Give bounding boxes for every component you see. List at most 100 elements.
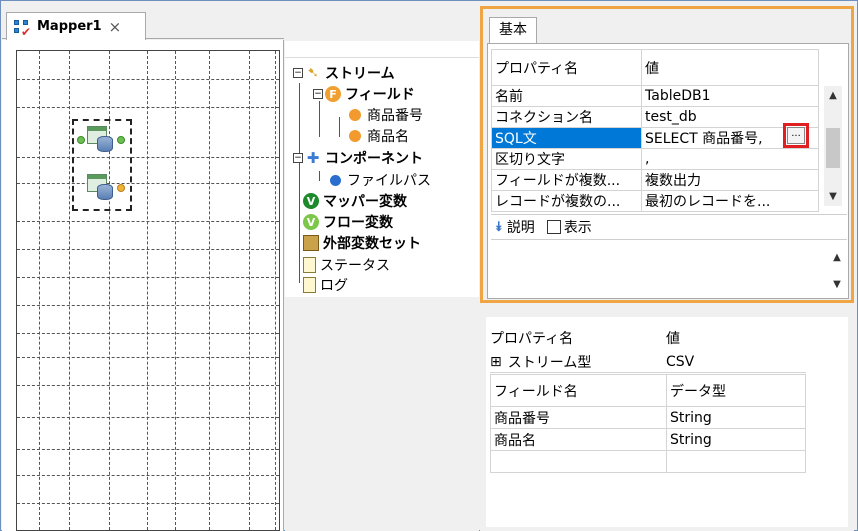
scroll-down-arrow-icon[interactable]: ▼	[828, 279, 846, 290]
grid-line	[17, 183, 279, 184]
tree-panel-empty-area	[285, 297, 479, 531]
grid-line	[17, 305, 279, 306]
tree-node-label: ファイルパス	[347, 173, 431, 189]
table-row[interactable]: 商品名 String	[490, 428, 806, 451]
grid-line	[17, 357, 279, 358]
tree-node-component[interactable]: − ✚ コンポーネント	[293, 148, 423, 168]
table-row[interactable]: 名前 TableDB1	[491, 85, 819, 107]
property-value-cell[interactable]: 最初のレコードを...	[641, 190, 819, 212]
table-row[interactable]: レコードが複数の... 最初のレコードを...	[491, 190, 819, 212]
tree-node-field[interactable]: − F フィールド	[313, 84, 415, 104]
table-row[interactable]: コネクション名 test_db	[491, 106, 819, 128]
stream-type-value[interactable]: CSV	[666, 354, 694, 370]
field-type-cell[interactable]: String	[666, 428, 806, 451]
orange-ball-icon	[347, 128, 363, 144]
field-name-cell: 商品番号	[490, 406, 667, 429]
expand-plus-icon[interactable]: ⊞	[490, 354, 502, 370]
close-icon[interactable]: ×	[109, 18, 122, 36]
tree-node-mapper-variables[interactable]: V マッパー変数	[303, 191, 407, 211]
sql-edit-ellipsis-button[interactable]: ...	[787, 127, 805, 144]
grid-line	[209, 51, 210, 530]
column-header-value: 値	[641, 49, 819, 86]
column-header-field-name: フィールド名	[490, 374, 667, 407]
scrollbar-thumb[interactable]	[826, 128, 840, 168]
property-table: プロパティ名 値 名前 TableDB1 コネクション名 test_db SQL…	[491, 49, 819, 212]
tree-node-stream[interactable]: − ➷ ストリーム	[293, 63, 395, 83]
show-checkbox[interactable]	[546, 220, 561, 234]
tabledb-input-component[interactable]	[87, 126, 115, 152]
mapper-canvas[interactable]	[2, 40, 284, 531]
description-scrollbar[interactable]: ▲ ▼	[828, 248, 846, 294]
puzzle-icon: ✚	[306, 149, 320, 167]
property-value-cell[interactable]: 複数出力	[641, 169, 819, 191]
grid-line	[17, 107, 279, 108]
grid-line	[17, 79, 279, 80]
stream-type-row[interactable]: ⊞ ストリーム型 CSV	[490, 351, 806, 373]
grid-line	[17, 385, 279, 386]
scroll-down-arrow-icon[interactable]: ▼	[824, 191, 842, 202]
stream-props-header: プロパティ名 値	[490, 325, 840, 351]
tabledb-output-component[interactable]	[87, 174, 115, 200]
grid-line	[17, 277, 279, 278]
grid-line	[17, 333, 279, 334]
table-row[interactable]: 区切り文字 ,	[491, 148, 819, 170]
tree-node-log[interactable]: ログ	[303, 275, 348, 295]
property-name-cell: SQL文	[491, 127, 642, 149]
input-port-dot[interactable]	[77, 136, 85, 144]
orange-ball-icon	[347, 107, 363, 123]
field-icon: F	[325, 86, 341, 102]
mapper-icon: ✔	[13, 19, 31, 39]
property-name-cell: 区切り文字	[491, 148, 642, 170]
description-bar: ⯯ 説明 表示	[491, 214, 847, 240]
clipboard-icon	[303, 257, 316, 273]
property-value-cell[interactable]: TableDB1	[641, 85, 819, 107]
property-name-cell: 名前	[491, 85, 642, 107]
double-chevron-down-icon[interactable]: ⯯	[495, 220, 503, 235]
grid-line	[17, 475, 279, 476]
tab-basic[interactable]: 基本	[489, 17, 537, 43]
property-name-cell: フィールドが複数...	[491, 169, 642, 191]
table-row-selected[interactable]: SQL文 SELECT 商品番号,	[491, 127, 819, 149]
grid-line	[275, 51, 276, 530]
table-row-empty	[490, 450, 806, 473]
property-table-scrollbar[interactable]: ▲ ▼	[824, 86, 842, 206]
scroll-up-arrow-icon[interactable]: ▲	[824, 90, 842, 101]
table-row[interactable]: 商品番号 String	[490, 406, 806, 429]
basic-properties-body: プロパティ名 値 名前 TableDB1 コネクション名 test_db SQL…	[487, 43, 849, 299]
grid-line	[17, 249, 279, 250]
application-window: ✔ Mapper1 × − ➷ ストリーム − F フィールド 商品番号 商品名…	[0, 0, 858, 531]
property-value-cell[interactable]: ,	[641, 148, 819, 170]
chest-icon	[303, 235, 319, 251]
grid-line	[17, 221, 279, 222]
tree-node-component-item[interactable]: ファイルパス	[327, 170, 431, 190]
stream-port-dot[interactable]	[117, 184, 125, 192]
tree-node-label: 商品名	[367, 129, 409, 145]
table-row[interactable]: フィールドが複数... 複数出力	[491, 169, 819, 191]
canvas-grid	[16, 50, 280, 531]
stream-type-label: ストリーム型	[507, 354, 592, 371]
editor-tab-bar: ✔ Mapper1 ×	[2, 2, 284, 40]
grid-line	[17, 503, 279, 504]
tree-node-field-item[interactable]: 商品名	[347, 126, 409, 146]
property-name-cell: レコードが複数の...	[491, 190, 642, 212]
tree-node-flow-variables[interactable]: V フロー変数	[303, 212, 393, 232]
show-label: 表示	[563, 220, 592, 236]
output-port-dot[interactable]	[117, 136, 125, 144]
tree-node-status[interactable]: ステータス	[303, 255, 390, 275]
grid-line	[249, 51, 250, 530]
scroll-up-arrow-icon[interactable]: ▲	[828, 252, 846, 263]
field-name-cell: 商品名	[490, 428, 667, 451]
grid-line	[17, 449, 279, 450]
clipboard-icon	[303, 277, 316, 293]
basic-properties-panel: 基本 プロパティ名 値 名前 TableDB1 コネクション名 test_db …	[480, 6, 854, 303]
column-header-data-type: データ型	[666, 374, 806, 407]
tree-node-label: ストリーム	[325, 66, 395, 82]
tab-mapper1[interactable]: ✔ Mapper1 ×	[6, 12, 146, 40]
tree-node-label: マッパー変数	[323, 194, 407, 210]
tree-node-label: フロー変数	[323, 215, 393, 231]
tree-node-external-variables[interactable]: 外部変数セット	[303, 233, 421, 253]
tree-node-field-item[interactable]: 商品番号	[347, 105, 423, 125]
grid-line	[147, 51, 148, 530]
field-type-cell[interactable]: String	[666, 406, 806, 429]
tree-node-label: コンポーネント	[325, 151, 423, 167]
